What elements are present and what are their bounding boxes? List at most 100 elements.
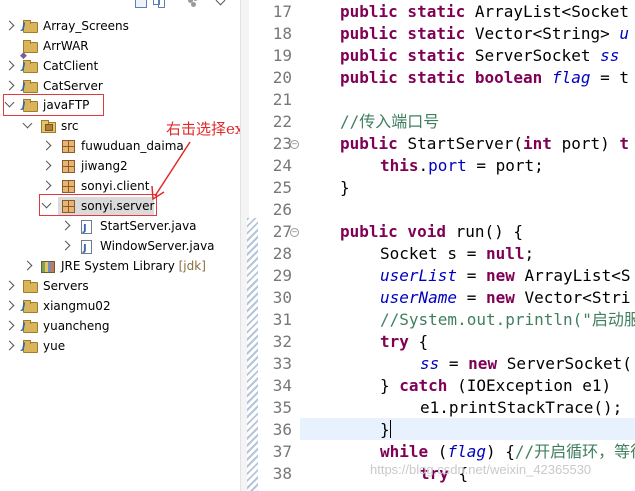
line-number: 33 — [272, 354, 292, 373]
tree-item-label: yue — [43, 339, 66, 353]
code-token: StartServer( — [407, 134, 524, 153]
code-token: public — [340, 134, 408, 153]
code-line-32: try { — [380, 331, 428, 353]
code-token: run() { — [455, 222, 524, 241]
code-token: ss — [600, 46, 620, 65]
code-token: public static boolean — [340, 68, 552, 87]
library-name: JRE System Library — [61, 259, 175, 273]
code-token: = — [457, 266, 486, 285]
code-token: { — [418, 332, 429, 351]
tree-item-yue[interactable]: J yue — [0, 336, 240, 356]
line-number: 32 — [272, 332, 292, 351]
code-comment: //System.out.println("启动服 — [380, 310, 635, 329]
tree-item-xiangmu02[interactable]: J xiangmu02 — [0, 296, 240, 316]
code-token: userName — [380, 288, 458, 307]
code-token: try — [380, 332, 419, 351]
fold-icon[interactable]: − — [290, 140, 299, 149]
code-line-17: public static ArrayList<Socket — [340, 1, 629, 23]
library-icon — [40, 259, 56, 273]
code-token: ( — [437, 442, 448, 461]
tree-item-label: Servers — [43, 279, 89, 293]
code-token: flag — [551, 68, 591, 87]
code-token: flag — [447, 442, 486, 461]
code-token: Vector<String> — [474, 24, 620, 43]
code-line-33: ss = new ServerSocket( — [420, 353, 632, 375]
code-token: int — [523, 134, 562, 153]
code-token: public static — [340, 24, 475, 43]
code-line-29: userList = new ArrayList<S — [380, 265, 630, 287]
line-number: 27 — [272, 222, 292, 241]
code-token: u — [619, 24, 629, 43]
line-number: 31 — [272, 310, 292, 329]
code-token: this — [380, 156, 419, 175]
expand-icon[interactable] — [4, 340, 15, 351]
code-line-19: public static ServerSocket ss — [340, 45, 619, 67]
code-line-27: public void run() { — [340, 221, 523, 243]
annotation-text: 右击选择export — [166, 120, 240, 138]
project-icon: J — [22, 339, 38, 353]
tree-item-yuancheng[interactable]: J yuancheng — [0, 316, 240, 336]
code-line-30: userName = new Vector<Stri — [380, 287, 630, 309]
code-token: e1.printStackTrace(); — [420, 398, 623, 417]
code-line-37: while (flag) {//开启循环，等待 — [380, 441, 635, 463]
line-number: 17 — [272, 2, 292, 21]
code-token: port) — [561, 134, 620, 153]
code-token: ; — [524, 244, 535, 263]
code-token: ArrayList<S — [524, 266, 631, 285]
line-number: 20 — [272, 68, 292, 87]
tree-item-label: yuancheng — [43, 319, 110, 333]
expand-icon[interactable] — [22, 260, 33, 271]
overview-ruler — [247, 218, 258, 491]
code-token: (IOException e1) — [457, 376, 621, 395]
line-number: 19 — [272, 46, 292, 65]
code-line-35: e1.printStackTrace(); — [420, 397, 622, 419]
line-number: 30 — [272, 288, 292, 307]
expand-icon[interactable] — [4, 300, 15, 311]
code-token: userList — [380, 266, 458, 285]
expand-icon[interactable] — [4, 280, 15, 291]
code-token: public static — [340, 46, 475, 65]
code-token: ArrayList<Socket — [474, 2, 629, 21]
line-number: 18 — [272, 24, 292, 43]
line-number: 23 — [272, 134, 292, 153]
library-decoration: [jdk] — [178, 259, 206, 273]
code-token: } — [340, 178, 350, 197]
expand-icon[interactable] — [4, 320, 15, 331]
line-number: 26 — [272, 200, 292, 219]
code-line-25: } — [340, 177, 350, 199]
code-line-28: Socket s = null; — [380, 243, 534, 265]
code-token: new — [485, 288, 525, 307]
project-icon — [22, 279, 38, 293]
code-token: ServerSocket( — [506, 354, 632, 373]
project-icon: J — [22, 299, 38, 313]
line-number: 34 — [272, 376, 292, 395]
code-line-36: } — [380, 419, 390, 441]
code-token: = t — [590, 68, 629, 87]
line-number-gutter: 17 18 19 20 21 22 23 24 25 26 27 28 29 3… — [258, 0, 300, 491]
code-token: public void — [340, 222, 456, 241]
tree-item-servers[interactable]: Servers — [0, 276, 240, 296]
code-token: while — [380, 442, 438, 461]
code-comment: //开启循环，等待 — [514, 442, 635, 461]
code-token: = port; — [466, 156, 544, 175]
code-line-24: this.port = port; — [380, 155, 544, 177]
line-number: 28 — [272, 244, 292, 263]
fold-icon[interactable]: − — [290, 228, 299, 237]
code-token: ss — [420, 354, 440, 373]
line-number: 36 — [272, 420, 292, 439]
line-number: 22 — [272, 112, 292, 131]
code-token: new — [485, 266, 525, 285]
project-icon: J — [22, 319, 38, 333]
code-token: null — [485, 244, 525, 263]
code-token: ) { — [485, 442, 515, 461]
line-number: 29 — [272, 266, 292, 285]
code-line-18: public static Vector<String> u — [340, 23, 629, 45]
code-token: t — [619, 134, 629, 153]
code-line-31: //System.out.println("启动服 — [380, 309, 635, 331]
code-token: ServerSocket — [474, 46, 601, 65]
code-line-20: public static boolean flag = t — [340, 67, 629, 89]
code-line-34: } catch (IOException e1) — [380, 375, 621, 397]
watermark: https://blog.csdn.net/weixin_42365530 — [370, 462, 592, 477]
code-token: = — [457, 288, 486, 307]
line-number: 21 — [272, 90, 292, 109]
